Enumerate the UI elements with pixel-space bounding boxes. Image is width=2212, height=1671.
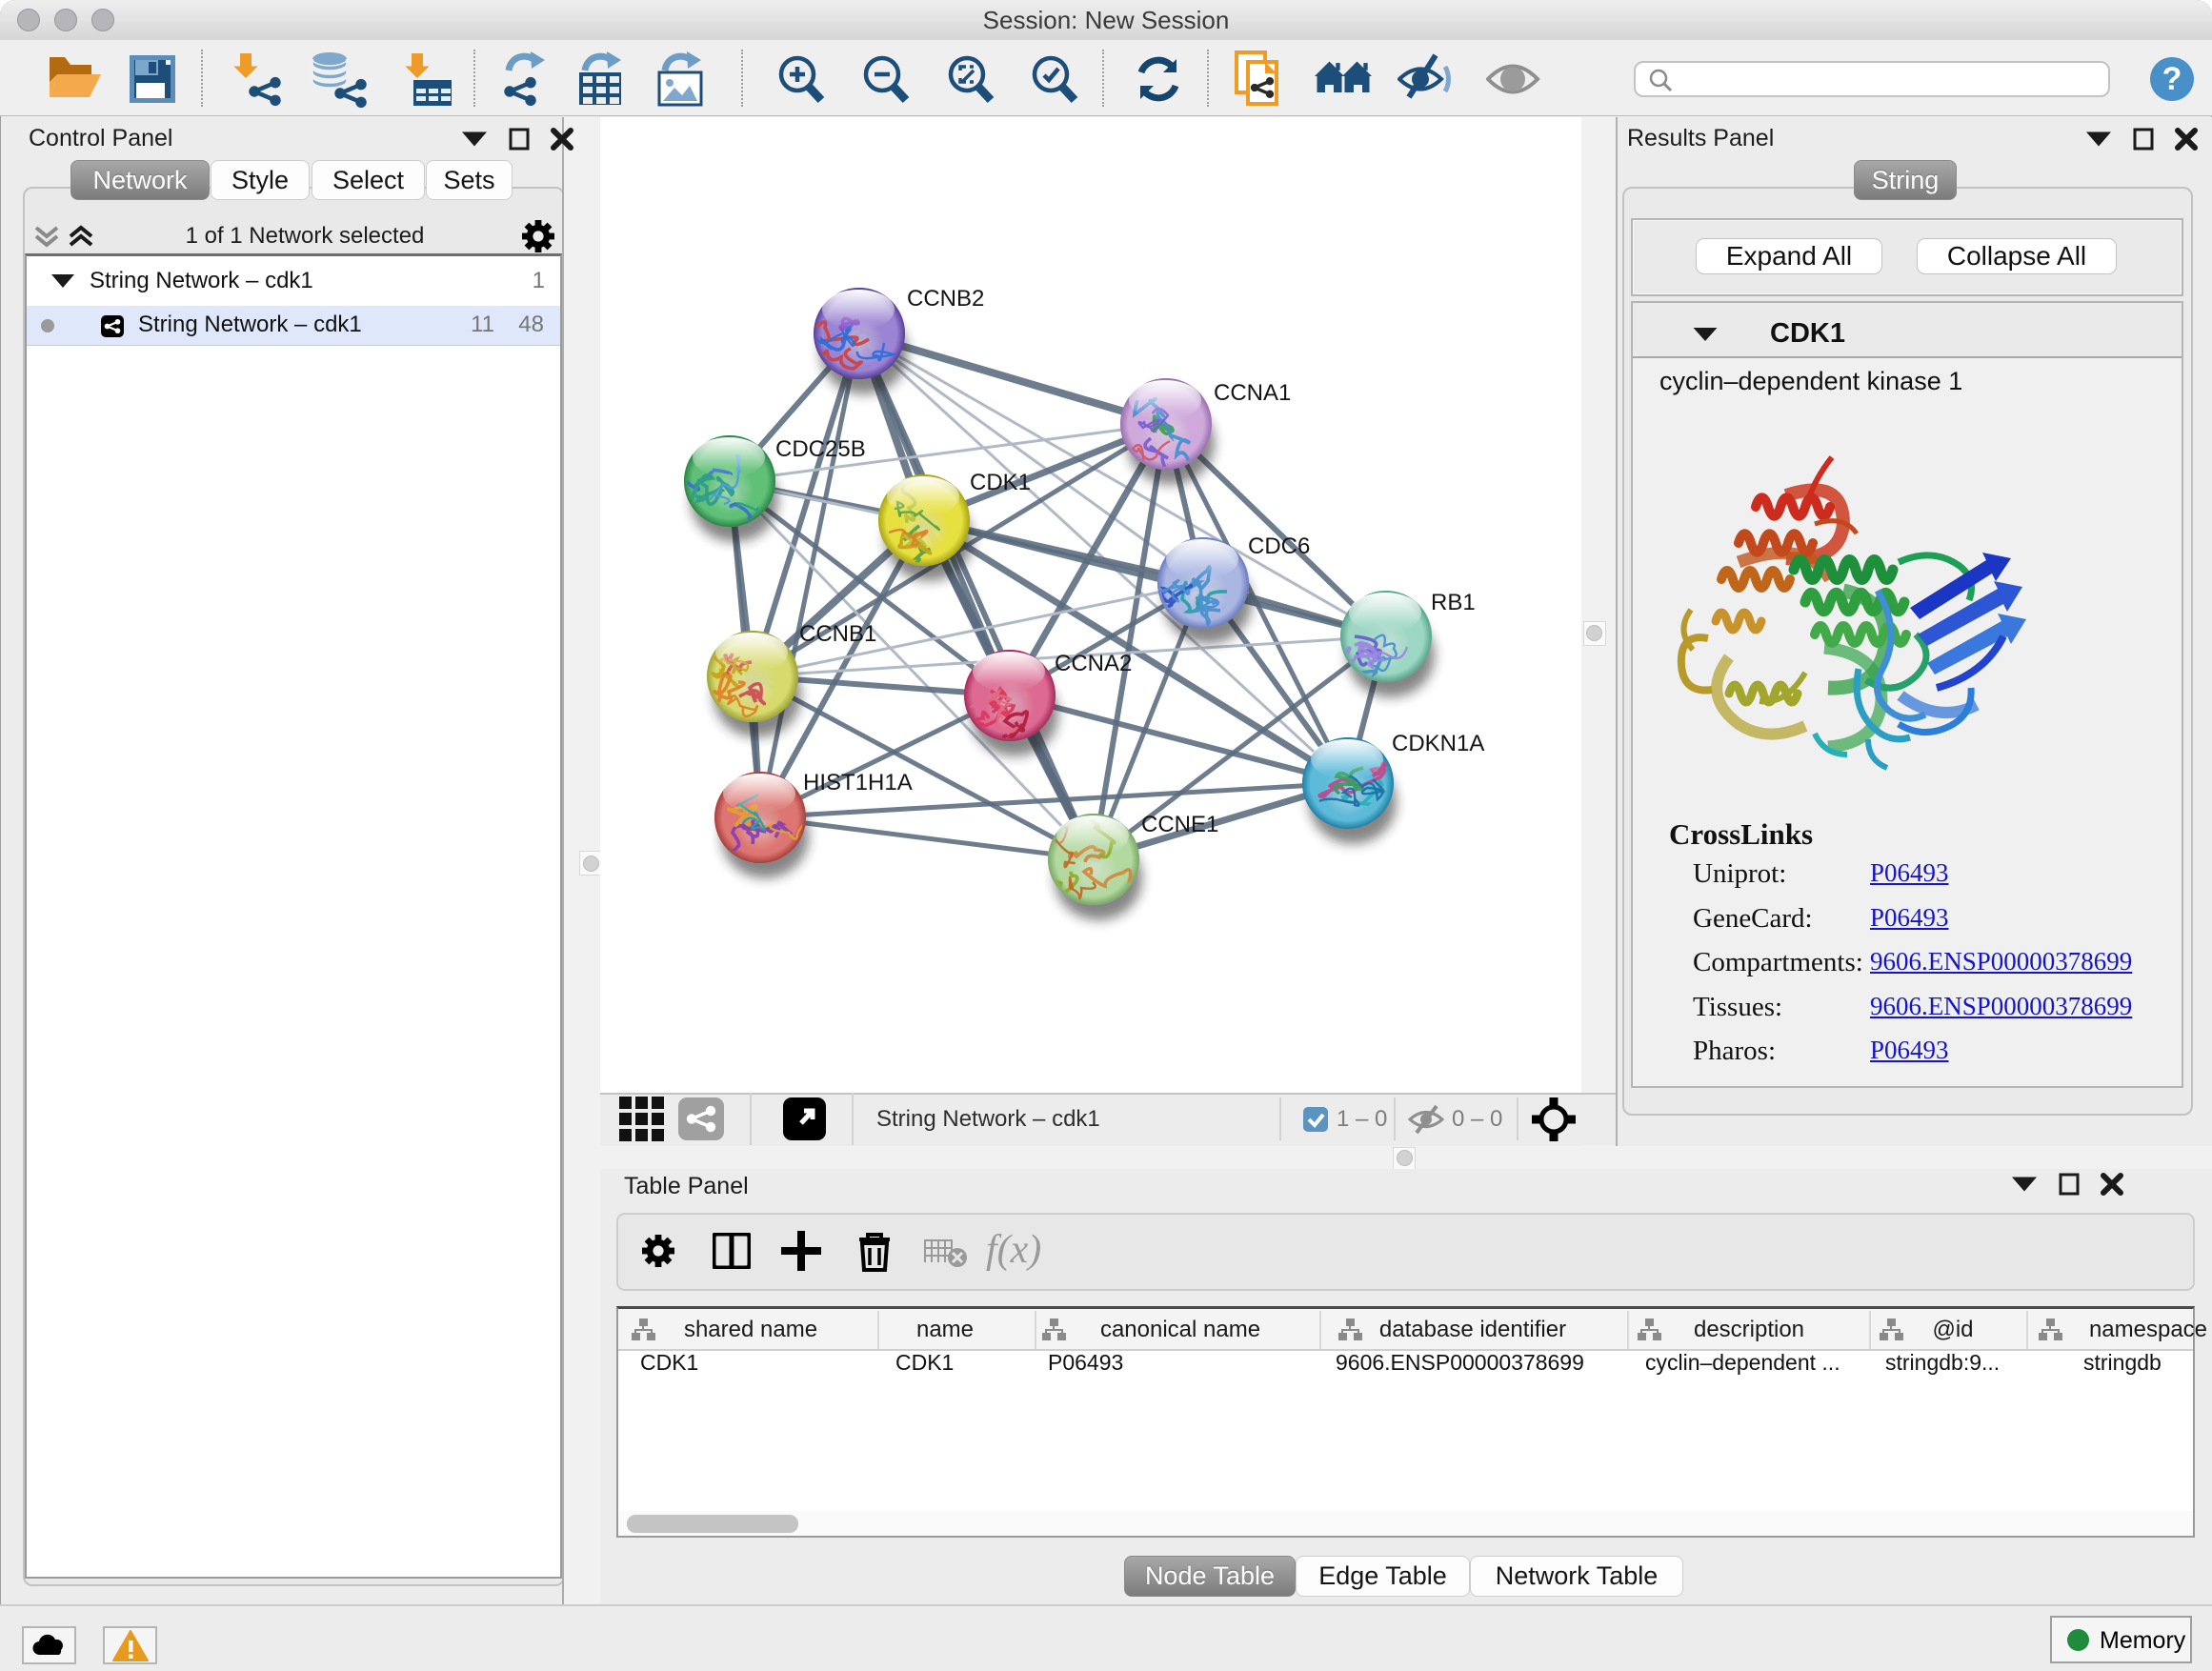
svg-text:CDC25B: CDC25B [775, 436, 866, 462]
svg-text:CCNA2: CCNA2 [1055, 651, 1132, 676]
svg-text:CCNE1: CCNE1 [1141, 812, 1218, 837]
svg-text:CDK1: CDK1 [970, 470, 1031, 495]
svg-text:CCNB1: CCNB1 [799, 621, 876, 647]
svg-text:RB1: RB1 [1431, 590, 1476, 615]
svg-text:CDC6: CDC6 [1248, 534, 1310, 559]
svg-text:HIST1H1A: HIST1H1A [803, 770, 913, 795]
svg-text:CDKN1A: CDKN1A [1392, 731, 1484, 756]
svg-text:CCNB2: CCNB2 [907, 286, 984, 312]
svg-text:CCNA1: CCNA1 [1214, 380, 1291, 406]
